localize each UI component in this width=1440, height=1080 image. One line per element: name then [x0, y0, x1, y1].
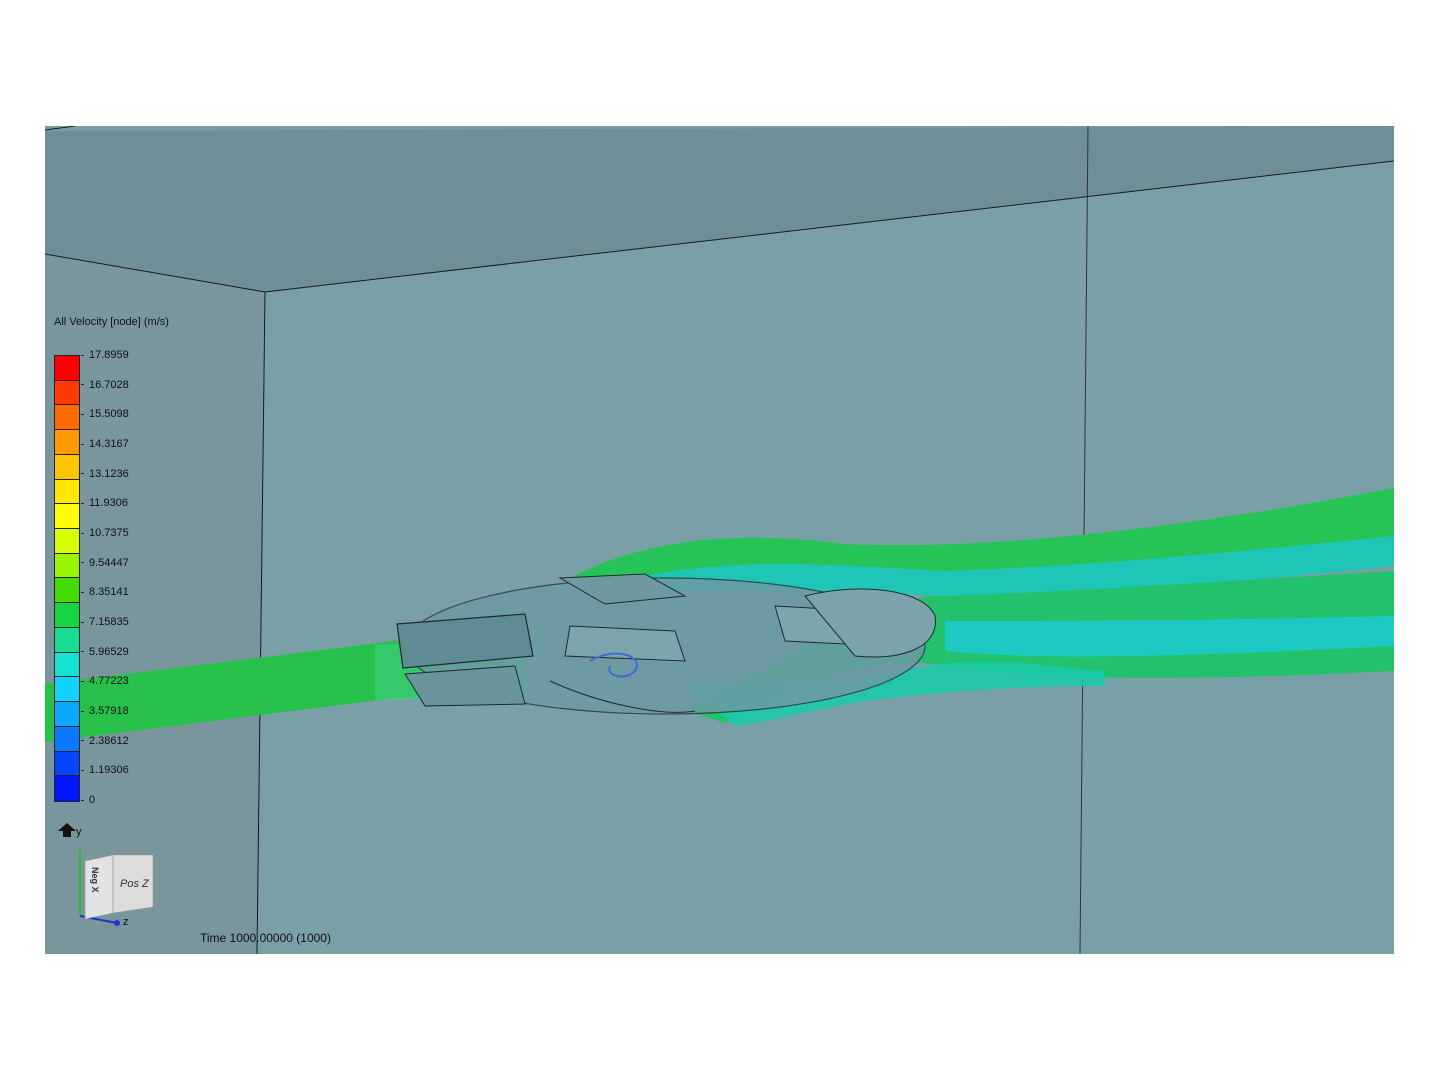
colorbar-segment [55, 702, 79, 727]
colorbar-tick-label: 8.35141 [81, 586, 129, 598]
colorbar-tick-label: 9.54447 [81, 557, 129, 569]
time-step-label: Time 1000.00000 (1000) [200, 931, 331, 945]
colorbar-segment [55, 677, 79, 703]
colorbar-segment [55, 430, 79, 455]
colorbar-segment [55, 405, 79, 431]
colorbar-tick-label: 11.9306 [81, 497, 128, 509]
colorbar-tick-label: 2.38612 [81, 735, 129, 747]
colorbar-segment [55, 553, 79, 579]
colorbar-tick-label: 7.15835 [81, 616, 129, 628]
3d-viewport[interactable]: All Velocity [node] (m/s) 17.8959 16.7028… [45, 126, 1394, 954]
colorbar-tick-label: 1.19306 [81, 764, 129, 776]
triad-y-label: y [76, 826, 82, 838]
legend-title: All Velocity [node] (m/s) [54, 316, 169, 328]
colorbar-segment [55, 751, 79, 777]
cube-side-label: Neg X [90, 867, 100, 893]
colorbar-segment [55, 652, 79, 678]
colorbar-segment [55, 627, 79, 653]
z-axis-tip [114, 920, 120, 926]
colorbar-tick-label: 0 [81, 794, 95, 806]
colorbar-segment [55, 726, 79, 752]
up-arrow-icon[interactable] [58, 823, 76, 837]
colorbar-segment [55, 578, 79, 604]
colorbar-tick-label: 4.77223 [81, 675, 129, 687]
colorbar-segment [55, 454, 79, 480]
colorbar-tick-label: 13.1236 [81, 468, 129, 480]
colorbar-tick-label: 3.57918 [81, 705, 129, 717]
cube-front-label: Pos Z [120, 878, 150, 890]
colorbar-tick-label: 16.7028 [81, 379, 129, 391]
simulation-scene [45, 126, 1394, 954]
colorbar-segment [55, 529, 79, 554]
colorbar-tick-label: 17.8959 [81, 349, 129, 361]
colorbar-tick-label: 15.5098 [81, 408, 129, 420]
triad-z-label: z [123, 916, 129, 928]
colorbar-segment [55, 776, 79, 801]
colorbar-tick-label: 14.3167 [81, 438, 129, 450]
colorbar-tick-label: 10.7375 [81, 527, 129, 539]
colorbar-segment [55, 603, 79, 628]
side-panel-left [564, 625, 686, 662]
colorbar-segment [55, 380, 79, 406]
colorbar-tick-label: 5.96529 [81, 646, 129, 658]
colorbar-segment [55, 356, 79, 381]
velocity-colorbar [54, 355, 80, 802]
orientation-triad[interactable]: y z Pos Z Neg X [55, 821, 165, 931]
colorbar-segment [55, 504, 79, 530]
top-edge-left [45, 126, 76, 131]
colorbar-segment [55, 479, 79, 505]
